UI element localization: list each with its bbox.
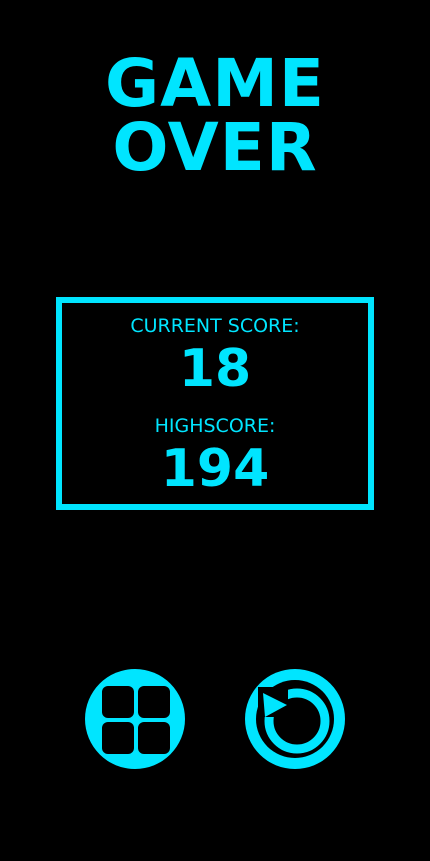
highscore-value: 194: [160, 439, 270, 499]
game-over-title: GAME OVER: [0, 45, 430, 186]
grid-icon: [102, 686, 170, 754]
title-line-1: GAME: [104, 45, 325, 122]
title-line-2: OVER: [112, 109, 318, 186]
current-score-value: 18: [178, 339, 252, 399]
current-score-label: CURRENT SCORE:: [130, 315, 300, 337]
restart-icon: [256, 680, 334, 758]
restart-button[interactable]: [245, 669, 345, 769]
highscore-label: HIGHSCORE:: [154, 415, 276, 437]
score-panel: CURRENT SCORE: 18 HIGHSCORE: 194: [56, 297, 374, 510]
menu-button[interactable]: [85, 669, 185, 769]
